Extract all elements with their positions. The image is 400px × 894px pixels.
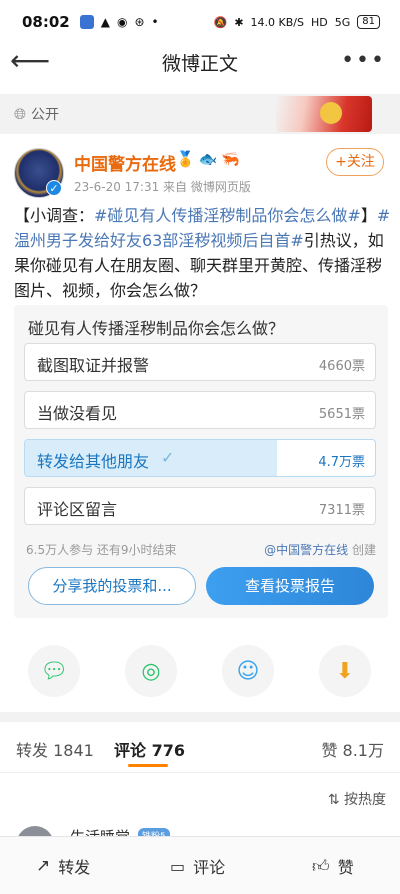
- app-notification-icon: [79, 15, 94, 29]
- tab-comment[interactable]: 评论 776: [114, 737, 185, 761]
- save-image-icon[interactable]: ⬇: [319, 645, 371, 697]
- creator-link[interactable]: @中国警方在线: [264, 543, 348, 557]
- thumbs-up-icon: 👍︎: [312, 856, 330, 877]
- poll-option[interactable]: 截图取证并报警 4660票: [24, 343, 376, 381]
- view-report-button[interactable]: 查看投票报告: [206, 567, 374, 605]
- poll-participants: 6.5万人参与 还有9小时结束: [26, 543, 177, 557]
- poll-card: 碰见有人传播淫秽制品你会怎么做？ 截图取证并报警 4660票 当做没看见 565…: [14, 305, 388, 618]
- repost-icon: ↗: [36, 856, 51, 876]
- status-time: 08:02: [22, 13, 70, 31]
- tab-like[interactable]: 赞 8.1万: [321, 737, 384, 761]
- visibility-bar: 🌐︎ 公开: [0, 94, 400, 134]
- bottom-action-bar: ↗ 转发 ▭ 评论 👍︎ 赞: [0, 836, 400, 894]
- nav-bar: ⟵ 微博正文 •••: [0, 44, 400, 78]
- warning-icon: ▲: [100, 15, 110, 29]
- hd-indicator: HD: [310, 15, 328, 29]
- weibo-notification-icon: ◉: [116, 15, 128, 29]
- mute-icon: 🔕: [213, 15, 228, 29]
- poll-question: 碰见有人传播淫秽制品你会怎么做？: [28, 319, 285, 338]
- decorative-banner: [276, 96, 372, 132]
- poll-option[interactable]: 当做没看见 5651票: [24, 391, 376, 429]
- post-prefix: 【小调查：: [14, 206, 95, 225]
- wechat-glyph: 💬︎: [40, 658, 68, 684]
- checkmark-icon: ✓: [161, 448, 175, 467]
- visibility-text: 公开: [31, 107, 60, 123]
- like-label: 赞: [337, 858, 354, 877]
- poll-option-count: 7311票: [318, 503, 365, 518]
- poll-creator: @中国警方在线 创建: [264, 541, 376, 558]
- author-name[interactable]: 中国警方在线: [74, 150, 176, 175]
- shrimp-badge-icon: 🦐: [221, 150, 241, 168]
- comment-button[interactable]: ▭ 评论: [170, 854, 225, 878]
- network-speed: 14.0 KB/S: [250, 15, 304, 29]
- verified-badge-icon: ✓: [46, 180, 62, 196]
- comment-icon: ▭: [170, 856, 186, 876]
- post-meta: 23-6-20 17:31 来自 微博网页版: [74, 180, 251, 194]
- browser-notification-icon: ⊛: [134, 15, 145, 29]
- save-image-glyph: ⬇: [335, 658, 355, 684]
- creator-suffix: 创建: [348, 543, 376, 557]
- more-menu-icon[interactable]: •••: [341, 48, 386, 73]
- fish-badge-icon: 🐟: [198, 150, 218, 168]
- bluetooth-icon: ✱: [234, 15, 244, 29]
- poll-option-count: 4.7万票: [318, 455, 365, 470]
- author-badges: 🏅 🐟 🦐: [176, 150, 240, 168]
- status-right: 🔕 ✱ 14.0 KB/S HD 5G 81: [214, 15, 380, 29]
- visibility-label: 🌐︎ 公开: [14, 104, 59, 124]
- section-divider: [0, 712, 400, 722]
- qq-icon[interactable]: ☺: [222, 645, 274, 697]
- active-tab-indicator: [128, 764, 168, 767]
- poll-option-label: 截图取证并报警: [37, 356, 150, 375]
- sort-by-hot[interactable]: ⇅ 按热度: [328, 789, 386, 809]
- poll-option-label: 转发给其他朋友: [37, 452, 150, 471]
- dot-icon: •: [151, 15, 159, 29]
- poll-option-label: 当做没看见: [37, 404, 118, 423]
- tab-repost[interactable]: 转发 1841: [16, 737, 94, 761]
- poll-option-selected[interactable]: 转发给其他朋友 ✓ 4.7万票: [24, 439, 376, 477]
- sort-label: 按热度: [344, 792, 386, 808]
- status-bar: 08:02 ▲ ◉ ⊛ • 🔕 ✱ 14.0 KB/S HD 5G 81: [0, 0, 400, 44]
- repost-label: 转发: [58, 858, 91, 877]
- moments-glyph: ◎: [141, 658, 161, 684]
- repost-button[interactable]: ↗ 转发: [36, 854, 90, 878]
- like-button[interactable]: 👍︎ 赞: [312, 854, 354, 878]
- signal-indicator: 5G: [334, 15, 351, 29]
- topic-link[interactable]: #碰见有人传播淫秽制品你会怎么做#: [94, 206, 361, 225]
- follow-button[interactable]: +关注: [326, 148, 384, 176]
- poll-option-count: 4660票: [318, 359, 365, 374]
- tab-divider: [0, 772, 400, 773]
- sort-icon: ⇅: [327, 792, 340, 808]
- poll-option-count: 5651票: [318, 407, 365, 422]
- wechat-icon[interactable]: 💬︎: [28, 645, 80, 697]
- globe-icon: 🌐︎: [14, 105, 27, 123]
- poll-option[interactable]: 评论区留言 7311票: [24, 487, 376, 525]
- post-mid: 】: [360, 206, 377, 225]
- share-vote-button[interactable]: 分享我的投票和...: [28, 567, 196, 605]
- moments-icon[interactable]: ◎: [125, 645, 177, 697]
- poll-option-label: 评论区留言: [37, 500, 118, 519]
- medal-badge-icon: 🏅: [176, 150, 195, 168]
- comment-label: 评论: [193, 858, 226, 877]
- notification-icons: ▲ ◉ ⊛ •: [79, 15, 159, 29]
- qq-glyph: ☺: [236, 658, 260, 684]
- emblem-icon: [320, 102, 342, 124]
- battery-level: 81: [357, 15, 380, 29]
- page-title: 微博正文: [161, 53, 238, 75]
- post-text: 【小调查：#碰见有人传播淫秽制品你会怎么做#】#温州男子发给好友63部淫秽视频后…: [14, 203, 392, 303]
